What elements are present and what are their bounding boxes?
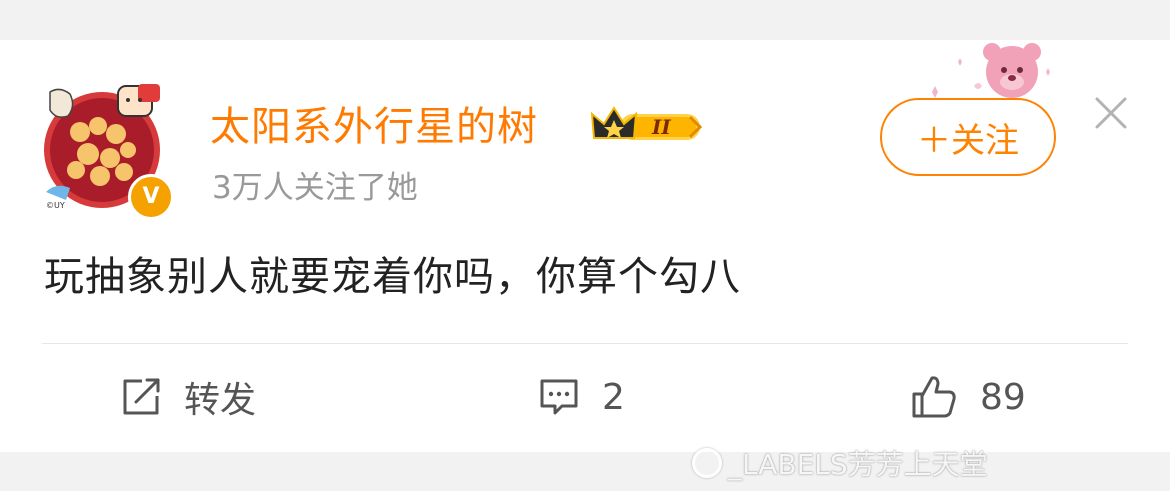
- like-button[interactable]: 89: [910, 374, 1026, 420]
- like-count: 89: [980, 376, 1026, 418]
- post-text: 玩抽象别人就要宠着你吗，你算个勾八: [44, 254, 741, 300]
- watermark-text: _LABELS芳芳上天堂: [728, 448, 988, 481]
- membership-level: II: [651, 115, 671, 139]
- comment-count: 2: [602, 376, 625, 418]
- divider: [42, 343, 1128, 344]
- feed-gap-top: [0, 0, 1170, 40]
- vip-verified-badge: V: [128, 174, 174, 220]
- follow-button-label: ＋关注: [917, 120, 1019, 161]
- close-button[interactable]: [1094, 96, 1128, 130]
- comment-bubble-icon: [540, 379, 578, 415]
- watermark: _LABELS芳芳上天堂: [692, 445, 988, 481]
- watermark-logo-icon: [692, 448, 722, 478]
- thumbs-up-icon: [912, 376, 956, 418]
- svg-text:©UY: ©UY: [46, 201, 65, 210]
- feed-gap-bottom: [0, 452, 1170, 491]
- repost-label: 转发: [184, 380, 257, 421]
- edit-share-icon: [123, 378, 160, 415]
- bear-sticker-decoration: [918, 42, 1058, 102]
- comment-button[interactable]: 2: [538, 374, 625, 420]
- follow-button[interactable]: ＋关注: [880, 98, 1056, 176]
- close-icon: [1095, 97, 1127, 129]
- follower-count-text: 3万人关注了她: [212, 170, 418, 206]
- author-name[interactable]: 太阳系外行星的树: [210, 102, 538, 152]
- membership-crown-badge[interactable]: II: [590, 104, 706, 148]
- crown-icon: II: [590, 106, 703, 140]
- repost-button[interactable]: 转发: [120, 374, 257, 421]
